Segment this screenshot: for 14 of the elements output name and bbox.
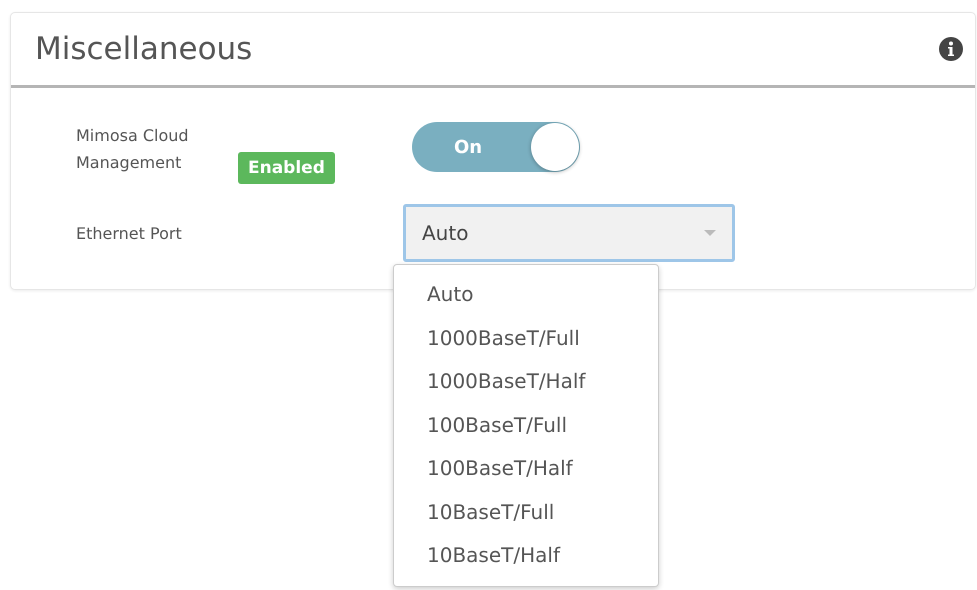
dropdown-option[interactable]: Auto: [394, 273, 658, 316]
setting-label: Ethernet Port: [76, 222, 183, 244]
dropdown-option[interactable]: 100BaseT/Full: [394, 404, 658, 447]
dropdown-option[interactable]: 1000BaseT/Full: [394, 316, 658, 360]
caret-icon: [704, 230, 716, 236]
dropdown-option[interactable]: 10BaseT/Half: [394, 534, 658, 578]
status-badge: Enabled: [238, 152, 335, 184]
panel-title: Miscellaneous: [35, 31, 252, 67]
dropdown-option[interactable]: 100BaseT/Half: [394, 447, 658, 490]
select-field[interactable]: Auto: [403, 204, 735, 262]
dropdown-option[interactable]: 1000BaseT/Half: [394, 360, 658, 404]
setting-label: Mimosa Cloud Management: [76, 125, 190, 174]
info-icon[interactable]: [939, 37, 963, 61]
dropdown-option[interactable]: 10BaseT/Full: [394, 490, 658, 534]
